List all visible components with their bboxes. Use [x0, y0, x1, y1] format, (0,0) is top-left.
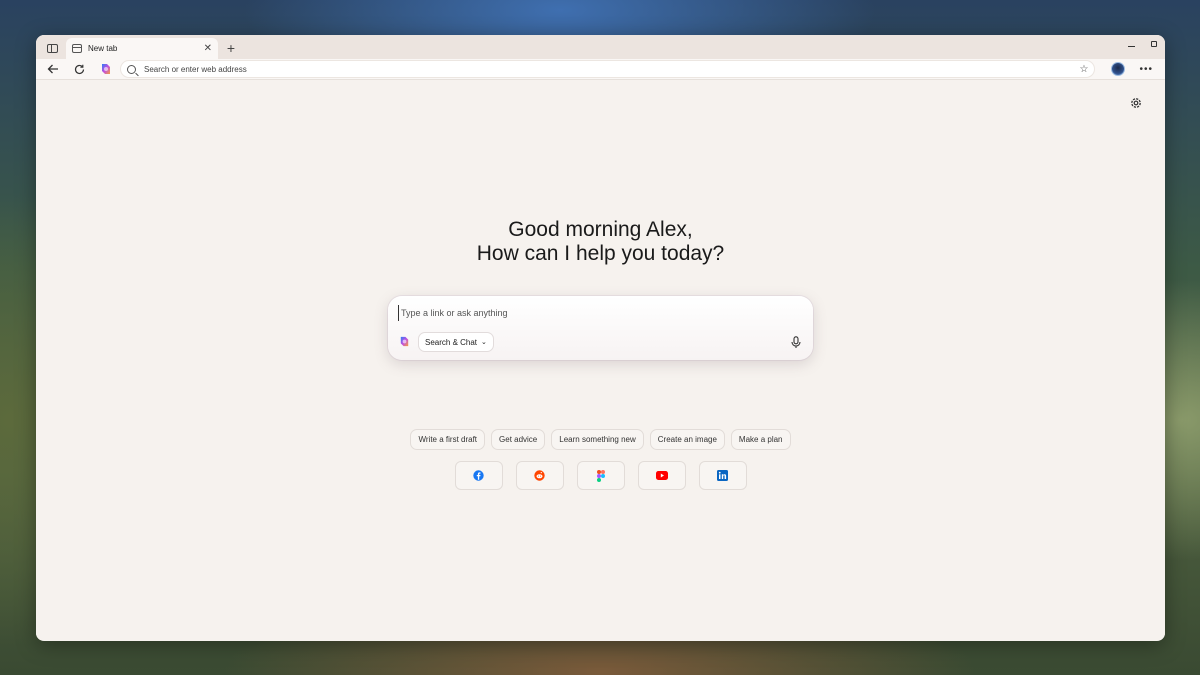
- chevron-down-icon: ⌄: [481, 339, 487, 346]
- tab-title: New tab: [88, 44, 118, 53]
- back-arrow-icon: [47, 64, 58, 74]
- search-input[interactable]: [398, 305, 778, 321]
- browser-toolbar: Search or enter web address ☆ •••: [36, 59, 1165, 80]
- linkedin-icon: [717, 470, 728, 481]
- new-tab-page-icon: [72, 44, 82, 53]
- figma-icon: [596, 469, 605, 482]
- more-options-icon[interactable]: •••: [1139, 64, 1153, 75]
- suggestion-chip[interactable]: Make a plan: [730, 429, 791, 450]
- search-mode-dropdown[interactable]: Search & Chat ⌄: [418, 332, 494, 352]
- reddit-icon: [534, 470, 545, 481]
- greeting-line-2: How can I help you today?: [476, 242, 725, 265]
- suggestion-chip[interactable]: Write a first draft: [410, 429, 486, 450]
- tab-new-tab[interactable]: New tab ✕: [66, 38, 218, 59]
- facebook-icon: [473, 470, 484, 481]
- back-button[interactable]: [42, 60, 64, 78]
- greeting-heading: Good morning Alex, How can I help you to…: [36, 218, 1165, 266]
- shortcut-youtube[interactable]: [637, 461, 686, 490]
- refresh-button[interactable]: [68, 60, 90, 78]
- copilot-search-box: Search & Chat ⌄: [388, 296, 813, 360]
- shortcut-figma[interactable]: [576, 461, 625, 490]
- browser-window: New tab ✕ + Search or enter web address …: [36, 35, 1165, 641]
- favorite-star-icon[interactable]: ☆: [1080, 64, 1089, 75]
- search-icon: [127, 64, 136, 74]
- sidebar-toggle-icon[interactable]: [40, 37, 64, 59]
- profile-avatar[interactable]: [1111, 62, 1126, 76]
- quick-links: [36, 461, 1165, 490]
- address-bar[interactable]: Search or enter web address ☆: [120, 60, 1096, 78]
- shortcut-reddit[interactable]: [515, 461, 564, 490]
- suggestion-chips: Write a first draft Get advice Learn som…: [36, 429, 1165, 450]
- greeting-line-1: Good morning Alex,: [508, 218, 693, 241]
- refresh-icon: [74, 64, 84, 74]
- youtube-icon: [655, 471, 668, 480]
- suggestion-chip[interactable]: Create an image: [649, 429, 725, 450]
- shortcut-facebook[interactable]: [454, 461, 503, 490]
- shortcut-linkedin[interactable]: [698, 461, 747, 490]
- tab-close-icon[interactable]: ✕: [204, 43, 212, 54]
- copilot-icon: [102, 64, 110, 74]
- suggestion-chip[interactable]: Get advice: [491, 429, 546, 450]
- copilot-button[interactable]: [96, 60, 116, 78]
- settings-gear-icon[interactable]: [1129, 96, 1143, 110]
- restore-icon[interactable]: [1151, 41, 1157, 47]
- tab-strip: New tab ✕ +: [36, 35, 1165, 59]
- window-controls: [1128, 41, 1157, 47]
- address-placeholder: Search or enter web address: [144, 64, 247, 74]
- suggestion-chip[interactable]: Learn something new: [551, 429, 644, 450]
- new-tab-page: Good morning Alex, How can I help you to…: [36, 80, 1165, 640]
- microphone-icon[interactable]: [791, 336, 801, 349]
- new-tab-button[interactable]: +: [220, 37, 242, 59]
- copilot-icon: [400, 336, 409, 347]
- minimize-icon[interactable]: [1128, 45, 1135, 47]
- search-mode-label: Search & Chat: [425, 337, 478, 347]
